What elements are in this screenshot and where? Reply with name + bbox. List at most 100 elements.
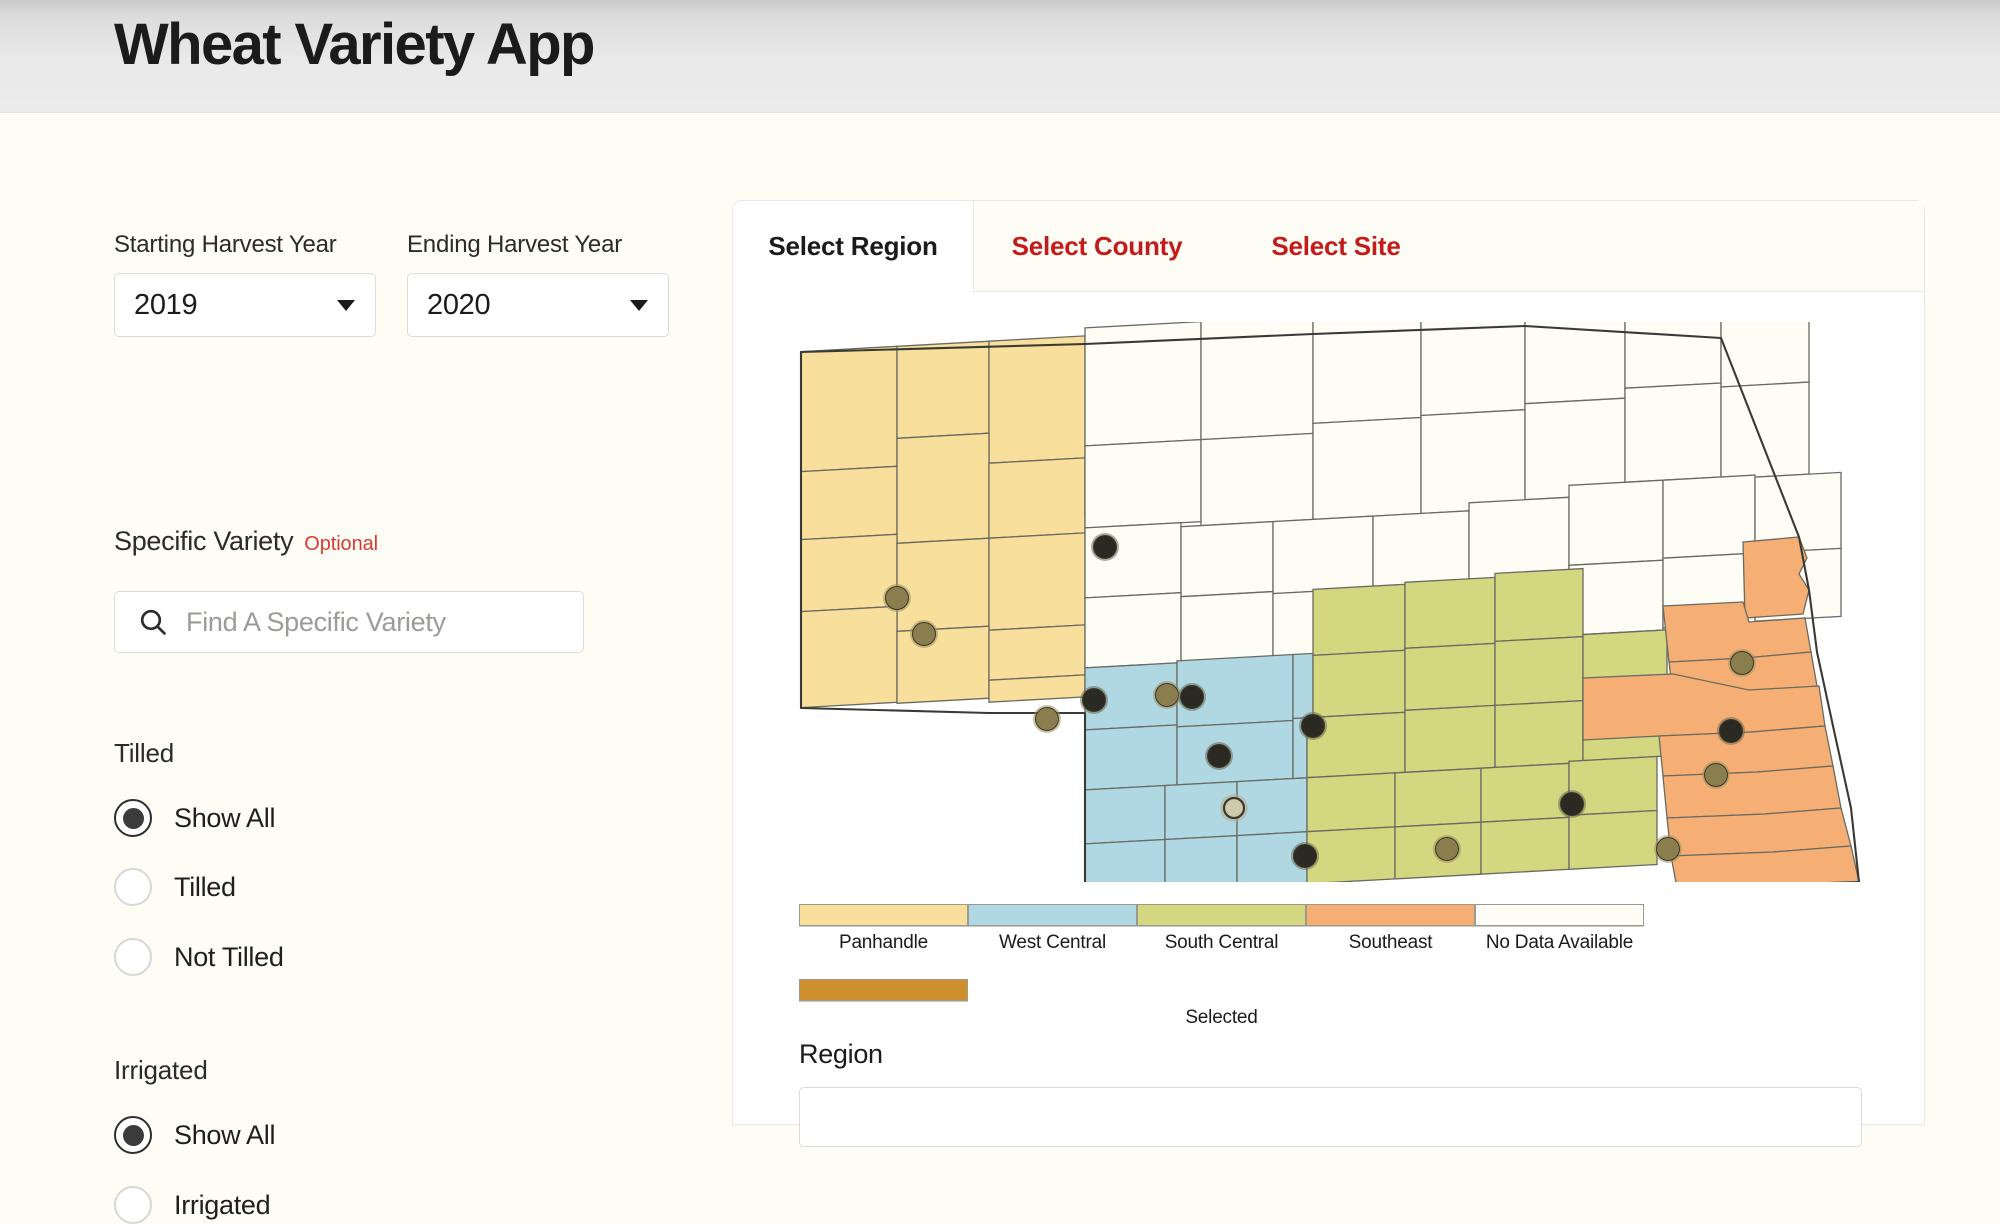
- variety-search-input[interactable]: Find A Specific Variety: [186, 607, 446, 638]
- site-marker[interactable]: [1301, 714, 1325, 738]
- legend-selected-swatch: [799, 979, 968, 1001]
- site-marker[interactable]: [1730, 651, 1754, 675]
- radio-icon[interactable]: [114, 868, 152, 906]
- map-county[interactable]: [1742, 536, 1810, 619]
- site-marker[interactable]: [1093, 535, 1117, 559]
- site-marker[interactable]: [1155, 683, 1179, 707]
- tab-select-county[interactable]: Select County: [973, 201, 1221, 292]
- map-county[interactable]: [1312, 583, 1406, 657]
- map-county[interactable]: [1404, 642, 1496, 711]
- map-county[interactable]: [1624, 322, 1722, 389]
- map-county[interactable]: [1372, 510, 1470, 591]
- map-county[interactable]: [1480, 816, 1570, 875]
- legend-selected-label: Selected: [1185, 1007, 1258, 1028]
- map-county[interactable]: [1720, 381, 1810, 480]
- map-county[interactable]: [1084, 724, 1178, 791]
- legend-selected: Selected: [799, 979, 1644, 1029]
- map-county[interactable]: [1292, 652, 1314, 720]
- map-county[interactable]: [988, 457, 1086, 539]
- map-county[interactable]: [896, 432, 990, 544]
- map-county[interactable]: [1084, 522, 1182, 599]
- map-county[interactable]: [1720, 322, 1810, 388]
- site-marker[interactable]: [1560, 792, 1584, 816]
- map-county[interactable]: [1404, 704, 1496, 773]
- site-marker[interactable]: [1435, 837, 1459, 861]
- irrigated-option-irrigated[interactable]: Irrigated: [114, 1186, 271, 1224]
- starting-harvest-year-select[interactable]: 2019: [114, 273, 376, 337]
- map-county[interactable]: [1420, 322, 1526, 417]
- map-county[interactable]: [988, 532, 1086, 631]
- map-county[interactable]: [1084, 592, 1182, 669]
- map-county[interactable]: [1494, 567, 1584, 643]
- map-county[interactable]: [1404, 576, 1496, 649]
- map-county[interactable]: [1176, 719, 1294, 786]
- chevron-down-icon: [630, 299, 648, 311]
- map-county[interactable]: [896, 340, 990, 439]
- map-county[interactable]: [1662, 474, 1756, 559]
- panel-tabbar: Select Region Select County Select Site: [733, 201, 1924, 292]
- tilled-option-not-tilled[interactable]: Not Tilled: [114, 938, 284, 976]
- site-marker[interactable]: [1656, 837, 1680, 861]
- site-marker[interactable]: [1207, 744, 1231, 768]
- map-county[interactable]: [988, 624, 1086, 681]
- map-county[interactable]: [1180, 590, 1274, 664]
- region-input[interactable]: [799, 1087, 1862, 1147]
- map-county[interactable]: [1306, 826, 1396, 882]
- map-county[interactable]: [1084, 838, 1166, 883]
- irrigated-option-label: Irrigated: [174, 1189, 271, 1220]
- map-county[interactable]: [1164, 834, 1238, 882]
- radio-icon[interactable]: [114, 938, 152, 976]
- tilled-option-show-all[interactable]: Show All: [114, 799, 275, 837]
- map-county[interactable]: [1494, 699, 1584, 769]
- tab-select-site[interactable]: Select Site: [1227, 201, 1445, 292]
- map-county[interactable]: [988, 335, 1086, 464]
- map-county[interactable]: [1480, 762, 1570, 823]
- map-county[interactable]: [1312, 649, 1406, 719]
- radio-icon[interactable]: [114, 1186, 152, 1224]
- map-county[interactable]: [896, 537, 990, 632]
- map-county[interactable]: [800, 605, 898, 709]
- variety-search-box[interactable]: Find A Specific Variety: [114, 591, 584, 653]
- nebraska-region-map[interactable]: [793, 322, 1863, 882]
- specific-variety-label: Specific Variety: [114, 526, 294, 556]
- map-county[interactable]: [1494, 635, 1584, 707]
- map-county[interactable]: [1084, 438, 1202, 529]
- radio-icon[interactable]: [114, 799, 152, 837]
- map-county[interactable]: [1420, 409, 1526, 515]
- map-county[interactable]: [1524, 322, 1626, 405]
- map-county[interactable]: [1568, 479, 1664, 566]
- site-marker[interactable]: [1293, 844, 1317, 868]
- region-map-container[interactable]: [733, 292, 1926, 912]
- map-county[interactable]: [800, 345, 898, 473]
- map-county[interactable]: [1468, 496, 1570, 582]
- map-county[interactable]: [988, 674, 1086, 703]
- map-county[interactable]: [1272, 515, 1374, 595]
- ending-harvest-year-select[interactable]: 2020: [407, 273, 669, 337]
- map-county[interactable]: [1084, 784, 1166, 845]
- site-marker[interactable]: [1082, 688, 1106, 712]
- site-marker[interactable]: [1719, 719, 1743, 743]
- site-marker[interactable]: [1180, 685, 1204, 709]
- site-marker[interactable]: [885, 586, 909, 610]
- map-county[interactable]: [1200, 432, 1314, 527]
- map-county[interactable]: [1312, 322, 1422, 425]
- map-county[interactable]: [800, 465, 898, 541]
- site-marker[interactable]: [912, 622, 936, 646]
- map-county[interactable]: [1312, 416, 1422, 521]
- map-county[interactable]: [1624, 382, 1722, 483]
- radio-icon[interactable]: [114, 1116, 152, 1154]
- site-marker[interactable]: [1704, 763, 1728, 787]
- map-county[interactable]: [1568, 809, 1658, 870]
- map-county[interactable]: [1306, 772, 1396, 833]
- tilled-option-tilled[interactable]: Tilled: [114, 868, 236, 906]
- map-county[interactable]: [800, 533, 898, 613]
- map-county[interactable]: [1180, 520, 1274, 598]
- site-marker[interactable]: [1222, 796, 1246, 820]
- map-county[interactable]: [1394, 767, 1482, 828]
- harvest-year-fields: Starting Harvest Year 2019 Ending Harves…: [114, 231, 669, 337]
- map-county[interactable]: [1200, 322, 1314, 441]
- search-icon: [140, 609, 166, 635]
- tab-select-region[interactable]: Select Region: [733, 201, 973, 292]
- irrigated-option-show-all[interactable]: Show All: [114, 1116, 275, 1154]
- site-marker[interactable]: [1035, 707, 1059, 731]
